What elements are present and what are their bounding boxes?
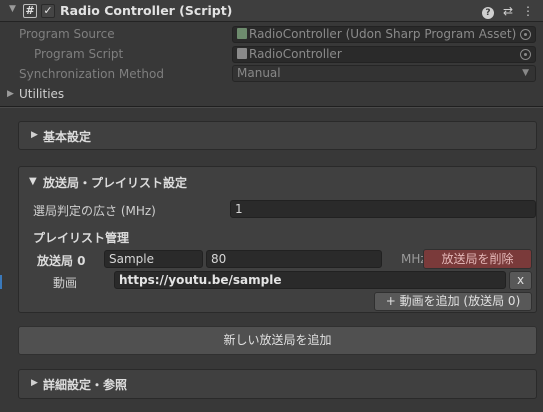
add-station-button[interactable]: 新しい放送局を追加	[18, 326, 537, 355]
help-glyph: ?	[482, 7, 494, 19]
object-picker-icon[interactable]	[520, 49, 531, 60]
program-script-label: Program Script	[34, 47, 124, 61]
sync-method-label: Synchronization Method	[19, 67, 164, 81]
object-picker-icon[interactable]	[520, 29, 531, 40]
context-menu-icon[interactable]: ⋮	[521, 3, 535, 19]
component-enabled-checkbox[interactable]: ✓	[41, 4, 55, 18]
component-foldout-arrow-icon[interactable]: ▼	[9, 4, 16, 14]
program-script-value: RadioController	[249, 47, 342, 61]
program-source-field[interactable]: RadioController (Udon Sharp Program Asse…	[232, 26, 536, 43]
sync-method-dropdown[interactable]: Manual ▼	[232, 65, 536, 82]
advanced-settings-foldout[interactable]: ▶ 詳細設定・参照	[18, 369, 537, 399]
broadcast-arrow-icon[interactable]: ▼	[29, 176, 37, 187]
advanced-settings-arrow-icon: ▶	[31, 378, 38, 388]
sync-method-value: Manual	[237, 66, 281, 80]
script-hash-icon: #	[23, 4, 37, 18]
station-name-input[interactable]: Sample	[104, 250, 203, 268]
video-url-input[interactable]: https://youtu.be/sample	[114, 271, 506, 289]
basic-settings-foldout[interactable]: ▶ 基本設定	[18, 121, 537, 150]
station-label: 放送局 0	[37, 254, 86, 268]
add-video-button[interactable]: + 動画を追加 (放送局 0)	[374, 292, 532, 311]
broadcast-playlist-label[interactable]: 放送局・プレイリスト設定	[43, 174, 187, 191]
basic-settings-label: 基本設定	[43, 130, 92, 144]
basic-settings-arrow-icon: ▶	[31, 130, 38, 140]
selection-marker	[0, 275, 2, 289]
section-divider	[0, 106, 543, 108]
advanced-settings-label: 詳細設定・参照	[43, 378, 128, 392]
remove-video-button[interactable]: x	[509, 271, 532, 290]
help-icon[interactable]: ?	[481, 3, 495, 19]
program-script-field[interactable]: RadioController	[232, 46, 536, 63]
udon-asset-icon	[237, 28, 247, 39]
chevron-down-icon: ▼	[522, 68, 529, 78]
program-source-label: Program Source	[19, 27, 115, 41]
tuning-range-input[interactable]: 1	[230, 200, 536, 218]
utilities-foldout-label[interactable]: Utilities	[19, 87, 64, 101]
preset-settings-icon[interactable]: ⇄	[501, 3, 515, 19]
video-label: 動画	[53, 276, 78, 290]
station-frequency-input[interactable]: 80	[206, 250, 382, 268]
tuning-range-label: 選局判定の広さ (MHz)	[33, 204, 156, 218]
script-file-icon	[237, 48, 247, 59]
component-title: Radio Controller (Script)	[60, 3, 233, 18]
program-source-value: RadioController (Udon Sharp Program Asse…	[249, 27, 517, 41]
utilities-foldout-arrow-icon[interactable]: ▶	[7, 89, 14, 99]
frequency-unit-label: MHz	[401, 252, 423, 266]
delete-station-button[interactable]: 放送局を削除	[423, 249, 532, 269]
playlist-management-header: プレイリスト管理	[33, 231, 130, 245]
